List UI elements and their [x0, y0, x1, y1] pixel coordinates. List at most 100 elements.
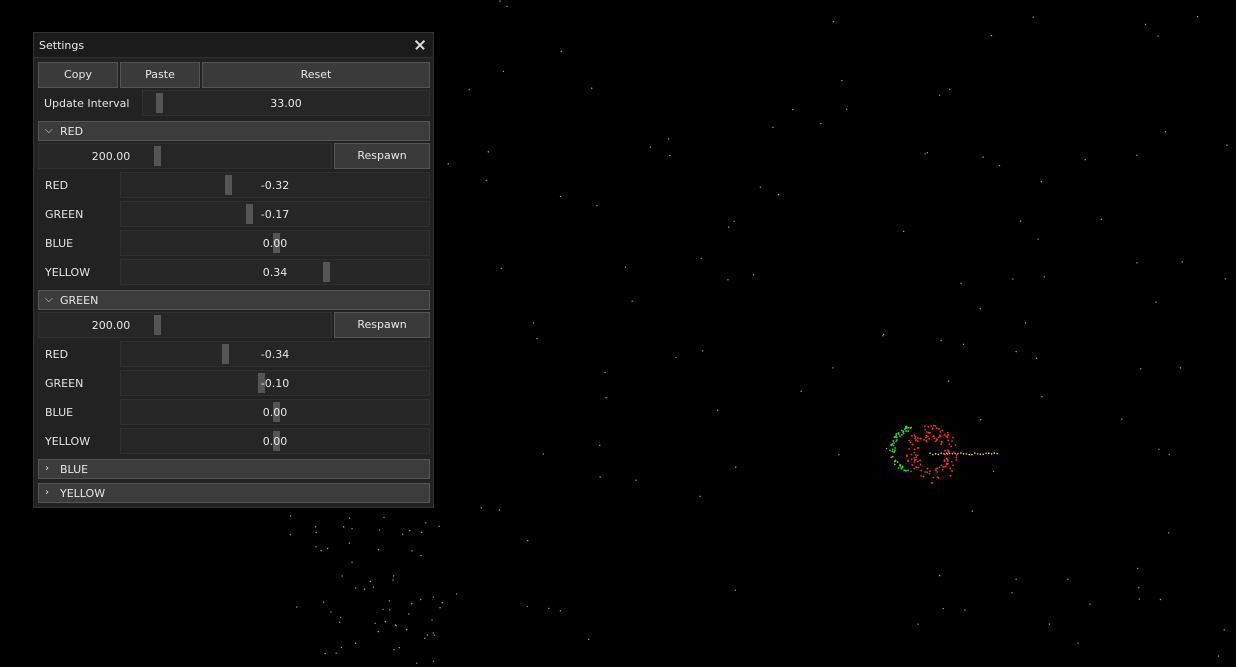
red-particle: [946, 431, 949, 434]
red-respawn-button[interactable]: Respawn: [334, 143, 430, 169]
reset-button[interactable]: Reset: [202, 62, 430, 88]
red-particle: [917, 466, 920, 469]
red-count-slider[interactable]: 200.00: [38, 143, 332, 169]
red-particle: [923, 438, 925, 441]
star-particle: [389, 609, 391, 611]
star-particle: [733, 220, 735, 223]
star-particle: [447, 163, 449, 165]
green-green-slider[interactable]: -0.10: [120, 370, 430, 396]
title-bar[interactable]: Settings: [34, 33, 433, 58]
group-header-yellow[interactable]: › YELLOW: [38, 483, 430, 503]
green-particle: [903, 428, 906, 430]
green-particle: [900, 433, 903, 436]
star-particle: [425, 522, 427, 524]
yellow-particle: [934, 452, 937, 455]
star-particle: [964, 609, 966, 611]
red-particle: [938, 434, 941, 437]
red-particle: [932, 476, 935, 479]
star-particle: [820, 122, 822, 125]
red-particle: [947, 462, 949, 465]
star-particle: [699, 495, 701, 498]
red-particle: [913, 460, 916, 463]
star-particle: [1196, 15, 1199, 18]
star-particle: [372, 586, 375, 588]
red-particle: [932, 435, 934, 438]
star-particle: [846, 108, 848, 110]
close-icon[interactable]: [411, 36, 429, 54]
green-red-slider[interactable]: -0.34: [120, 341, 430, 367]
red-red-slider[interactable]: -0.32: [120, 172, 430, 198]
star-particle: [441, 601, 444, 604]
star-particle: [942, 607, 944, 610]
star-particle: [426, 634, 429, 636]
paste-button[interactable]: Paste: [120, 62, 200, 88]
red-particle: [911, 464, 914, 466]
green-respawn-button[interactable]: Respawn: [334, 312, 430, 338]
yellow-particle: [954, 452, 956, 455]
star-particle: [382, 608, 384, 611]
star-particle: [559, 195, 562, 198]
red-particle: [910, 453, 913, 456]
star-particle: [792, 108, 794, 111]
group-header-green[interactable]: ⌵ GREEN: [38, 290, 430, 310]
star-particle: [420, 598, 422, 601]
red-yellow-slider[interactable]: 0.34: [120, 259, 430, 285]
red-particle: [941, 429, 944, 432]
slider-value: -0.10: [260, 377, 290, 390]
update-interval-slider[interactable]: 33.00: [142, 90, 430, 116]
green-yellow-slider[interactable]: 0.00: [120, 428, 430, 454]
green-blue-slider[interactable]: 0.00: [120, 399, 430, 425]
yellow-particle: [929, 452, 931, 454]
green-count-slider[interactable]: 200.00: [38, 312, 332, 338]
red-particle: [925, 440, 928, 443]
group-header-red[interactable]: ⌵ RED: [38, 121, 430, 141]
red-particle: [955, 454, 958, 457]
star-particle: [716, 409, 719, 411]
star-particle: [938, 574, 941, 577]
red-particle: [947, 439, 950, 442]
star-particle: [700, 257, 702, 260]
red-particle: [943, 433, 946, 436]
red-particle: [913, 467, 916, 470]
star-particle: [599, 476, 601, 478]
star-particle: [1089, 603, 1091, 605]
red-particle: [911, 443, 914, 446]
copy-button[interactable]: Copy: [38, 62, 118, 88]
star-particle: [455, 593, 458, 595]
red-particle: [916, 437, 919, 440]
star-particle: [560, 50, 563, 53]
star-particle: [675, 356, 677, 359]
green-particle: [890, 444, 893, 446]
group-title: RED: [60, 125, 84, 138]
star-particle: [289, 515, 292, 517]
red-particle: [926, 471, 929, 474]
star-particle: [432, 596, 434, 598]
red-particle: [931, 427, 934, 430]
star-particle: [1138, 598, 1141, 600]
green-particle: [894, 449, 896, 452]
star-particle: [416, 662, 418, 664]
star-particle: [1041, 395, 1043, 398]
star-particle: [339, 616, 342, 619]
red-blue-slider[interactable]: 0.00: [120, 230, 430, 256]
red-particle: [917, 440, 919, 443]
red-particle: [924, 471, 927, 473]
green-particle: [891, 448, 894, 451]
star-particle: [772, 126, 774, 129]
green-particle: [902, 430, 905, 433]
red-particle: [940, 464, 943, 467]
star-particle: [917, 623, 919, 625]
star-particle: [800, 390, 802, 393]
star-particle: [363, 588, 366, 590]
group-header-blue[interactable]: › BLUE: [38, 459, 430, 479]
red-particle: [934, 440, 937, 443]
star-particle: [1015, 578, 1017, 581]
star-particle: [468, 89, 470, 91]
star-particle: [527, 539, 529, 542]
red-particle: [927, 431, 930, 434]
star-particle: [499, 0, 501, 2]
star-particle: [324, 652, 326, 655]
red-green-slider[interactable]: -0.17: [120, 201, 430, 227]
red-particle: [940, 441, 943, 444]
red-particle: [929, 431, 931, 434]
